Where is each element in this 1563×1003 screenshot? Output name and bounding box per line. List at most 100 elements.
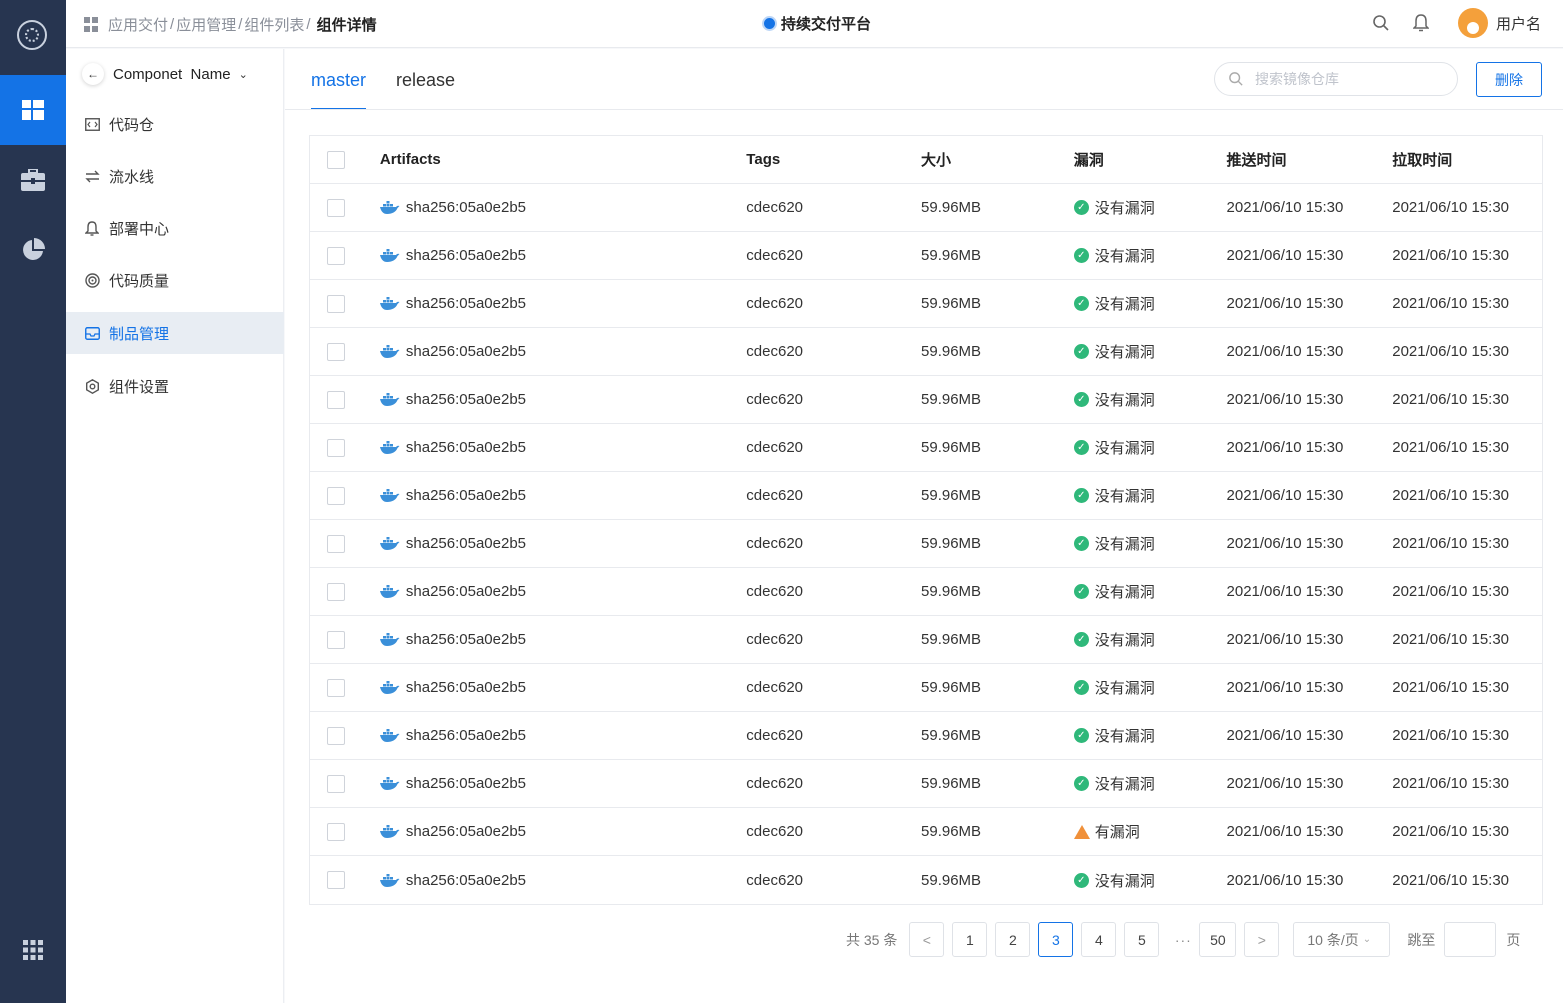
app-rail (0, 0, 66, 1003)
table-row[interactable]: sha256:05a0e2b5 cdec620 59.96MB ✓ 没有漏洞 2… (310, 376, 1542, 424)
table-row[interactable]: sha256:05a0e2b5 cdec620 59.96MB 有漏洞 2021… (310, 808, 1542, 856)
row-checkbox[interactable] (327, 582, 345, 601)
artifact-digest[interactable]: sha256:05a0e2b5 (406, 583, 526, 600)
row-checkbox[interactable] (327, 871, 345, 889)
artifact-digest[interactable]: sha256:05a0e2b5 (406, 631, 526, 648)
table-row[interactable]: sha256:05a0e2b5 cdec620 59.96MB ✓ 没有漏洞 2… (310, 712, 1542, 760)
artifact-digest[interactable]: sha256:05a0e2b5 (406, 199, 526, 216)
page-size-select[interactable]: 10 条/页 ⌄ (1293, 922, 1391, 957)
page-button[interactable]: 5 (1124, 922, 1160, 957)
sidebar-item-settings[interactable]: 组件设置 (66, 365, 284, 407)
bell-icon[interactable] (1412, 14, 1430, 32)
pull-time: 2021/06/10 15:30 (1392, 343, 1510, 360)
search-icon[interactable] (1372, 14, 1390, 32)
back-arrow-icon[interactable]: ← (82, 63, 104, 85)
sidebar-item-deploy[interactable]: 部署中心 (66, 207, 284, 249)
row-checkbox[interactable] (327, 390, 345, 409)
row-checkbox[interactable] (327, 246, 345, 265)
username[interactable]: 用户名 (1496, 13, 1541, 34)
artifact-digest[interactable]: sha256:05a0e2b5 (406, 295, 526, 312)
artifact-tag: cdec620 (746, 439, 804, 456)
row-checkbox[interactable] (327, 294, 345, 313)
apps-nav[interactable] (0, 915, 66, 985)
table-row[interactable]: sha256:05a0e2b5 cdec620 59.96MB ✓ 没有漏洞 2… (310, 328, 1542, 376)
docker-whale-icon (379, 729, 400, 742)
breadcrumb: 应用交付 / 应用管理 / 组件列表 / 组件详情 (84, 14, 377, 35)
breadcrumb-item[interactable]: 应用交付 (108, 14, 168, 35)
page-ellipsis[interactable]: ··· (1167, 932, 1199, 948)
pull-time: 2021/06/10 15:30 (1392, 487, 1510, 504)
tab-release[interactable]: release (396, 49, 455, 110)
table-row[interactable]: sha256:05a0e2b5 cdec620 59.96MB ✓ 没有漏洞 2… (310, 184, 1542, 232)
table-row[interactable]: sha256:05a0e2b5 cdec620 59.96MB ✓ 没有漏洞 2… (310, 472, 1542, 520)
sidebar-item-artifacts[interactable]: 制品管理 (66, 312, 284, 354)
delete-button[interactable]: 删除 (1476, 62, 1542, 97)
docker-whale-icon (379, 537, 400, 550)
check-circle-icon: ✓ (1073, 536, 1089, 551)
row-checkbox[interactable] (327, 774, 345, 793)
prev-page-button[interactable]: < (909, 922, 945, 957)
artifact-digest[interactable]: sha256:05a0e2b5 (406, 535, 526, 552)
page-button-current[interactable]: 3 (1038, 922, 1074, 957)
push-time: 2021/06/10 15:30 (1226, 247, 1344, 264)
toolbox-nav[interactable] (0, 145, 66, 215)
dashboard-nav[interactable] (0, 75, 66, 145)
page-button[interactable]: 4 (1081, 922, 1117, 957)
page-button[interactable]: 2 (995, 922, 1031, 957)
sidebar-item-pipeline[interactable]: 流水线 (66, 155, 284, 197)
row-checkbox[interactable] (327, 726, 345, 745)
sidebar-item-label: 组件设置 (109, 378, 170, 396)
sidebar-item-quality[interactable]: 代码质量 (66, 259, 284, 301)
artifact-digest[interactable]: sha256:05a0e2b5 (406, 343, 526, 360)
table-row[interactable]: sha256:05a0e2b5 cdec620 59.96MB ✓ 没有漏洞 2… (310, 616, 1542, 664)
row-checkbox[interactable] (327, 486, 345, 505)
select-all-checkbox[interactable] (327, 150, 345, 169)
logo-icon[interactable] (17, 20, 47, 50)
table-header: Artifacts Tags 大小 漏洞 推送时间 拉取时间 (310, 136, 1542, 184)
tab-master[interactable]: master (311, 49, 367, 110)
row-checkbox[interactable] (327, 630, 345, 649)
vulnerability-text: 没有漏洞 (1094, 680, 1155, 697)
artifact-digest[interactable]: sha256:05a0e2b5 (406, 823, 526, 840)
next-page-button[interactable]: > (1244, 922, 1280, 957)
jump-page-input[interactable] (1444, 922, 1497, 957)
check-circle-icon: ✓ (1073, 344, 1089, 359)
search-input[interactable] (1255, 71, 1435, 87)
row-checkbox[interactable] (327, 198, 345, 217)
platform-logo-icon (762, 16, 777, 31)
artifact-digest[interactable]: sha256:05a0e2b5 (406, 679, 526, 696)
sidebar-item-code-repo[interactable]: 代码仓 (66, 103, 284, 145)
code-repo-icon (84, 116, 100, 132)
table-row[interactable]: sha256:05a0e2b5 cdec620 59.96MB ✓ 没有漏洞 2… (310, 232, 1542, 280)
vulnerability-text: 没有漏洞 (1094, 584, 1155, 601)
row-checkbox[interactable] (327, 822, 345, 841)
breadcrumb-item[interactable]: 应用管理 (176, 14, 236, 35)
page-button[interactable]: 1 (952, 922, 988, 957)
table-row[interactable]: sha256:05a0e2b5 cdec620 59.96MB ✓ 没有漏洞 2… (310, 568, 1542, 616)
avatar[interactable] (1457, 8, 1488, 38)
artifact-digest[interactable]: sha256:05a0e2b5 (406, 727, 526, 744)
vulnerability-status: ✓ 没有漏洞 (1073, 485, 1227, 506)
row-checkbox[interactable] (327, 438, 345, 457)
breadcrumb-item[interactable]: 组件列表 (244, 14, 304, 35)
artifact-digest[interactable]: sha256:05a0e2b5 (406, 247, 526, 264)
table-row[interactable]: sha256:05a0e2b5 cdec620 59.96MB ✓ 没有漏洞 2… (310, 280, 1542, 328)
table-row[interactable]: sha256:05a0e2b5 cdec620 59.96MB ✓ 没有漏洞 2… (310, 664, 1542, 712)
row-checkbox[interactable] (327, 678, 345, 697)
artifact-tag: cdec620 (746, 583, 804, 600)
page-button[interactable]: 50 (1199, 922, 1237, 957)
artifact-digest[interactable]: sha256:05a0e2b5 (406, 391, 526, 408)
table-row[interactable]: sha256:05a0e2b5 cdec620 59.96MB ✓ 没有漏洞 2… (310, 760, 1542, 808)
row-checkbox[interactable] (327, 534, 345, 553)
table-row[interactable]: sha256:05a0e2b5 cdec620 59.96MB ✓ 没有漏洞 2… (310, 424, 1542, 472)
row-checkbox[interactable] (327, 342, 345, 361)
stats-nav[interactable] (0, 215, 66, 285)
artifact-digest[interactable]: sha256:05a0e2b5 (406, 872, 526, 889)
artifact-digest[interactable]: sha256:05a0e2b5 (406, 487, 526, 504)
artifact-digest[interactable]: sha256:05a0e2b5 (406, 775, 526, 792)
artifact-digest[interactable]: sha256:05a0e2b5 (406, 439, 526, 456)
table-row[interactable]: sha256:05a0e2b5 cdec620 59.96MB ✓ 没有漏洞 2… (310, 856, 1542, 904)
table-row[interactable]: sha256:05a0e2b5 cdec620 59.96MB ✓ 没有漏洞 2… (310, 520, 1542, 568)
component-selector[interactable]: ← Componet Name ⌄ (82, 63, 248, 85)
total-count: 共 35 条 (846, 931, 898, 948)
